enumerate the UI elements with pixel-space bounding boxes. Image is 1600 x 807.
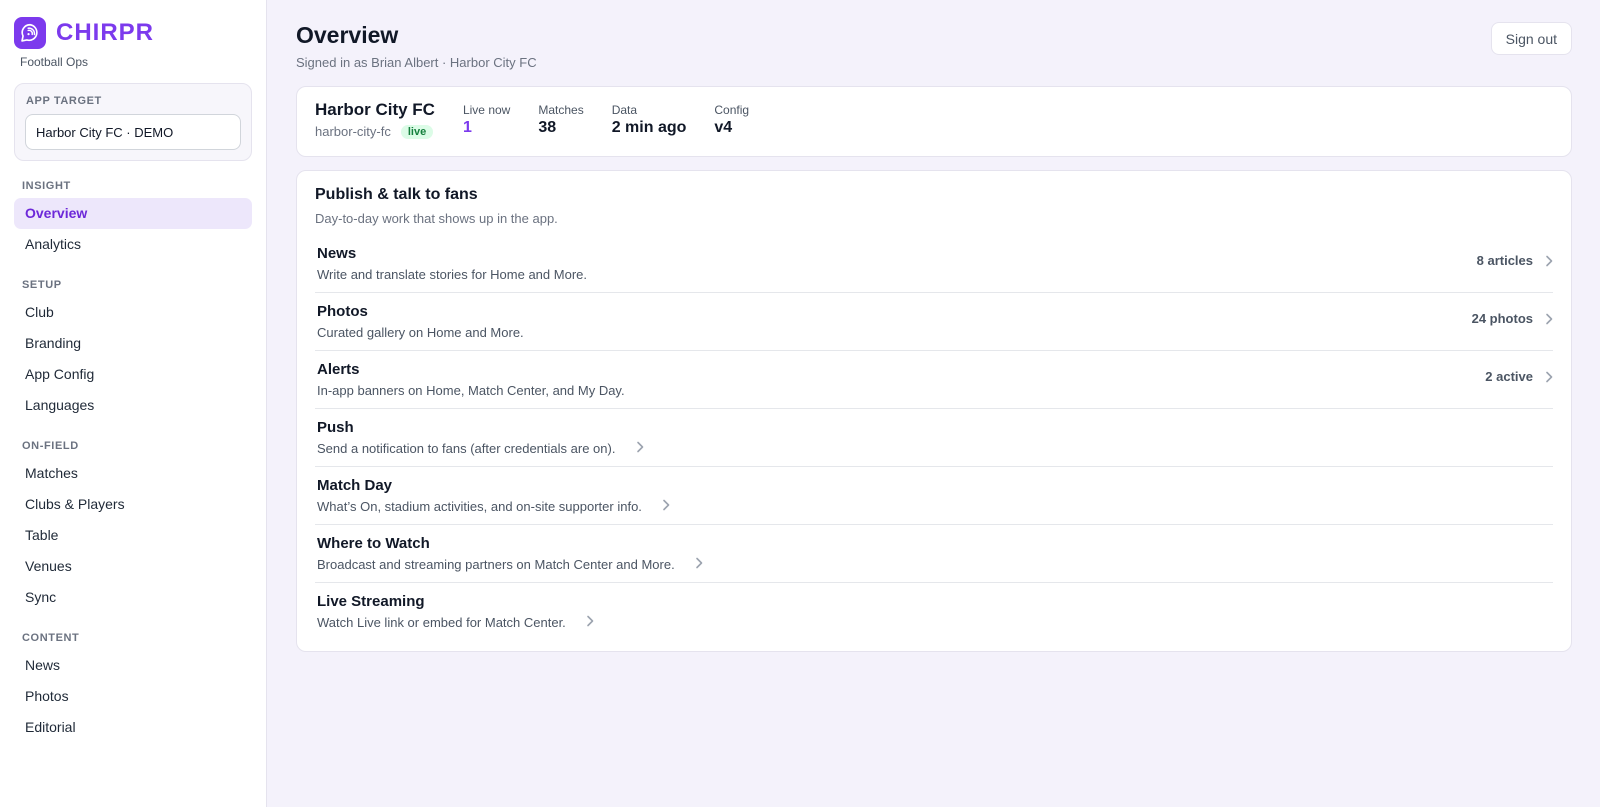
- list-item-live-streaming[interactable]: Live Streaming Watch Live link or embed …: [315, 583, 1553, 641]
- sidebar-item-languages[interactable]: Languages: [14, 390, 252, 421]
- list-item-photos[interactable]: Photos Curated gallery on Home and More.…: [315, 293, 1553, 351]
- club-slug: harbor-city-fc: [315, 124, 391, 139]
- chevron-right-icon: [663, 499, 670, 511]
- list-item-news[interactable]: News Write and translate stories for Hom…: [315, 235, 1553, 293]
- sidebar-nav: INSIGHT Overview Analytics SETUP Club Br…: [14, 180, 252, 743]
- brand-name: CHIRPR: [56, 19, 155, 46]
- sidebar-item-branding[interactable]: Branding: [14, 328, 252, 359]
- row-title: Where to Watch: [317, 535, 430, 552]
- app-target-input[interactable]: [25, 114, 241, 150]
- sign-out-button[interactable]: Sign out: [1490, 22, 1572, 55]
- stat-value: 2 min ago: [611, 119, 687, 136]
- row-description: Write and translate stories for Home and…: [317, 267, 587, 282]
- chevron-right-icon: [1546, 313, 1553, 324]
- chevron-right-icon: [1546, 371, 1553, 382]
- sidebar-item-clubs-players[interactable]: Clubs & Players: [14, 489, 252, 520]
- row-title: Live Streaming: [317, 593, 425, 610]
- nav-section-insight: INSIGHT: [22, 180, 71, 192]
- row-description: Curated gallery on Home and More.: [317, 325, 524, 340]
- publish-card: Publish & talk to fans Day-to-day work t…: [296, 170, 1572, 652]
- stat-matches: Matches 38: [538, 100, 583, 137]
- club-name: Harbor City FC: [315, 100, 435, 119]
- row-count: 24 photos: [1471, 311, 1533, 326]
- club-slug-row: harbor-city-fc live: [315, 124, 435, 139]
- stat-live-now: Live now 1: [463, 100, 510, 137]
- row-title: News: [317, 245, 357, 262]
- page-title: Overview: [296, 22, 399, 48]
- publish-list: News Write and translate stories for Hom…: [315, 235, 1553, 641]
- status-badge: live: [400, 124, 434, 139]
- row-title: Match Day: [317, 477, 393, 494]
- sidebar-item-analytics[interactable]: Analytics: [14, 229, 252, 260]
- page-subtitle: Signed in as Brian Albert · Harbor City …: [296, 55, 537, 70]
- row-description: Broadcast and streaming partners on Matc…: [317, 557, 675, 572]
- stat-value: 38: [538, 119, 557, 136]
- sidebar: CHIRPR Football Ops APP TARGET INSIGHT O…: [0, 0, 267, 807]
- stat-value: v4: [714, 119, 733, 136]
- stat-label: Data: [611, 103, 638, 117]
- stat-label: Config: [714, 103, 750, 117]
- list-item-push[interactable]: Push Send a notification to fans (after …: [315, 409, 1553, 467]
- publish-subtitle: Day-to-day work that shows up in the app…: [315, 211, 558, 226]
- row-description: Watch Live link or embed for Match Cente…: [317, 615, 566, 630]
- app-target-card: APP TARGET: [14, 83, 252, 161]
- list-item-alerts[interactable]: Alerts In-app banners on Home, Match Cen…: [315, 351, 1553, 409]
- row-count: 8 articles: [1476, 253, 1533, 268]
- nav-section-setup: SETUP: [22, 279, 62, 291]
- row-description: In-app banners on Home, Match Center, an…: [317, 383, 625, 398]
- stat-value: 1: [462, 119, 472, 136]
- club-identity: Harbor City FC harbor-city-fc live: [315, 100, 435, 139]
- sidebar-item-matches[interactable]: Matches: [14, 458, 252, 489]
- sidebar-item-editorial[interactable]: Editorial: [14, 712, 252, 743]
- stat-label: Live now: [462, 103, 511, 117]
- chat-bubble-logo-icon: [14, 17, 46, 49]
- chevron-right-icon: [696, 557, 703, 569]
- sidebar-item-photos[interactable]: Photos: [14, 681, 252, 712]
- chevron-right-icon: [587, 615, 594, 627]
- row-title: Photos: [317, 303, 368, 320]
- sidebar-item-news[interactable]: News: [14, 650, 252, 681]
- sidebar-item-app-config[interactable]: App Config: [14, 359, 252, 390]
- sidebar-item-club[interactable]: Club: [14, 297, 252, 328]
- sidebar-item-sync[interactable]: Sync: [14, 582, 252, 613]
- club-summary-card: Harbor City FC harbor-city-fc live Live …: [296, 86, 1572, 157]
- row-description: What’s On, stadium activities, and on-si…: [317, 499, 642, 514]
- publish-title: Publish & talk to fans: [315, 186, 478, 203]
- chevron-right-icon: [1546, 255, 1553, 266]
- row-title: Push: [317, 419, 354, 436]
- sidebar-item-overview[interactable]: Overview: [14, 198, 252, 229]
- list-item-where-to-watch[interactable]: Where to Watch Broadcast and streaming p…: [315, 525, 1553, 583]
- chevron-right-icon: [637, 441, 644, 453]
- sidebar-item-venues[interactable]: Venues: [14, 551, 252, 582]
- sidebar-item-table[interactable]: Table: [14, 520, 252, 551]
- brand-subtitle: Football Ops: [20, 55, 89, 69]
- row-title: Alerts: [317, 361, 360, 378]
- stat-data: Data 2 min ago: [612, 100, 687, 137]
- row-description: Send a notification to fans (after crede…: [317, 441, 616, 456]
- stat-config: Config v4: [714, 100, 749, 137]
- brand[interactable]: CHIRPR: [14, 17, 252, 49]
- stat-label: Matches: [538, 103, 584, 117]
- row-count: 2 active: [1485, 369, 1533, 384]
- nav-section-on-field: ON-FIELD: [22, 440, 79, 452]
- app-target-label: APP TARGET: [26, 95, 102, 107]
- nav-section-content: CONTENT: [22, 632, 80, 644]
- list-item-match-day[interactable]: Match Day What’s On, stadium activities,…: [315, 467, 1553, 525]
